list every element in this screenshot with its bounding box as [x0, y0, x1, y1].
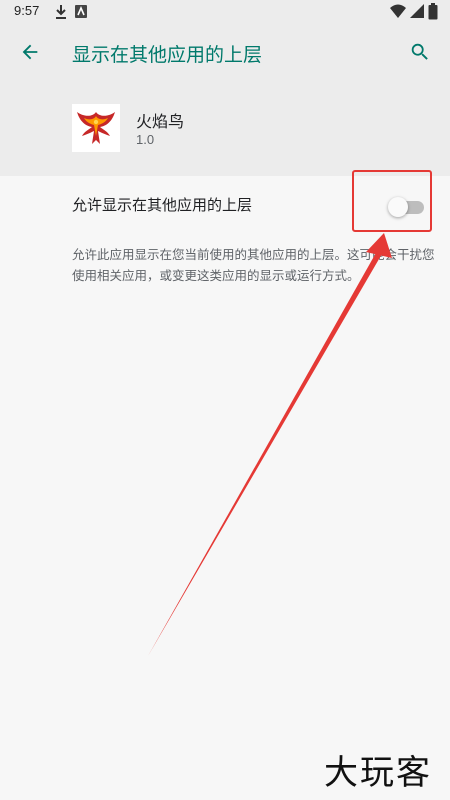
phoenix-logo-icon: [77, 112, 115, 144]
download-icon: [56, 5, 66, 19]
signal-icon: [410, 4, 424, 18]
wifi-icon: [390, 4, 406, 18]
page-title: 显示在其他应用的上层: [72, 44, 263, 66]
status-bar: 9:57: [0, 0, 450, 24]
search-button[interactable]: [398, 30, 442, 74]
search-icon: [411, 43, 428, 60]
app-info-header: 火焰鸟 1.0: [0, 84, 450, 176]
app-name: 火焰鸟: [136, 112, 185, 131]
app-icon: [72, 104, 120, 152]
preference-summary: 允许此应用显示在您当前使用的其他应用的上层。这可能会干扰您使用相关应用，或变更这…: [72, 247, 435, 283]
status-time: 9:57: [14, 3, 40, 18]
arrow-left-icon: [22, 44, 38, 60]
annotation-highlight-box: [352, 170, 432, 232]
back-button[interactable]: [8, 30, 52, 74]
watermark: 大玩客: [324, 753, 432, 793]
app-bar: 显示在其他应用的上层: [0, 24, 450, 84]
app-version: 1.0: [136, 132, 155, 147]
preference-title: 允许显示在其他应用的上层: [72, 196, 253, 214]
app-notification-icon: [75, 5, 87, 18]
battery-icon: [428, 3, 438, 20]
